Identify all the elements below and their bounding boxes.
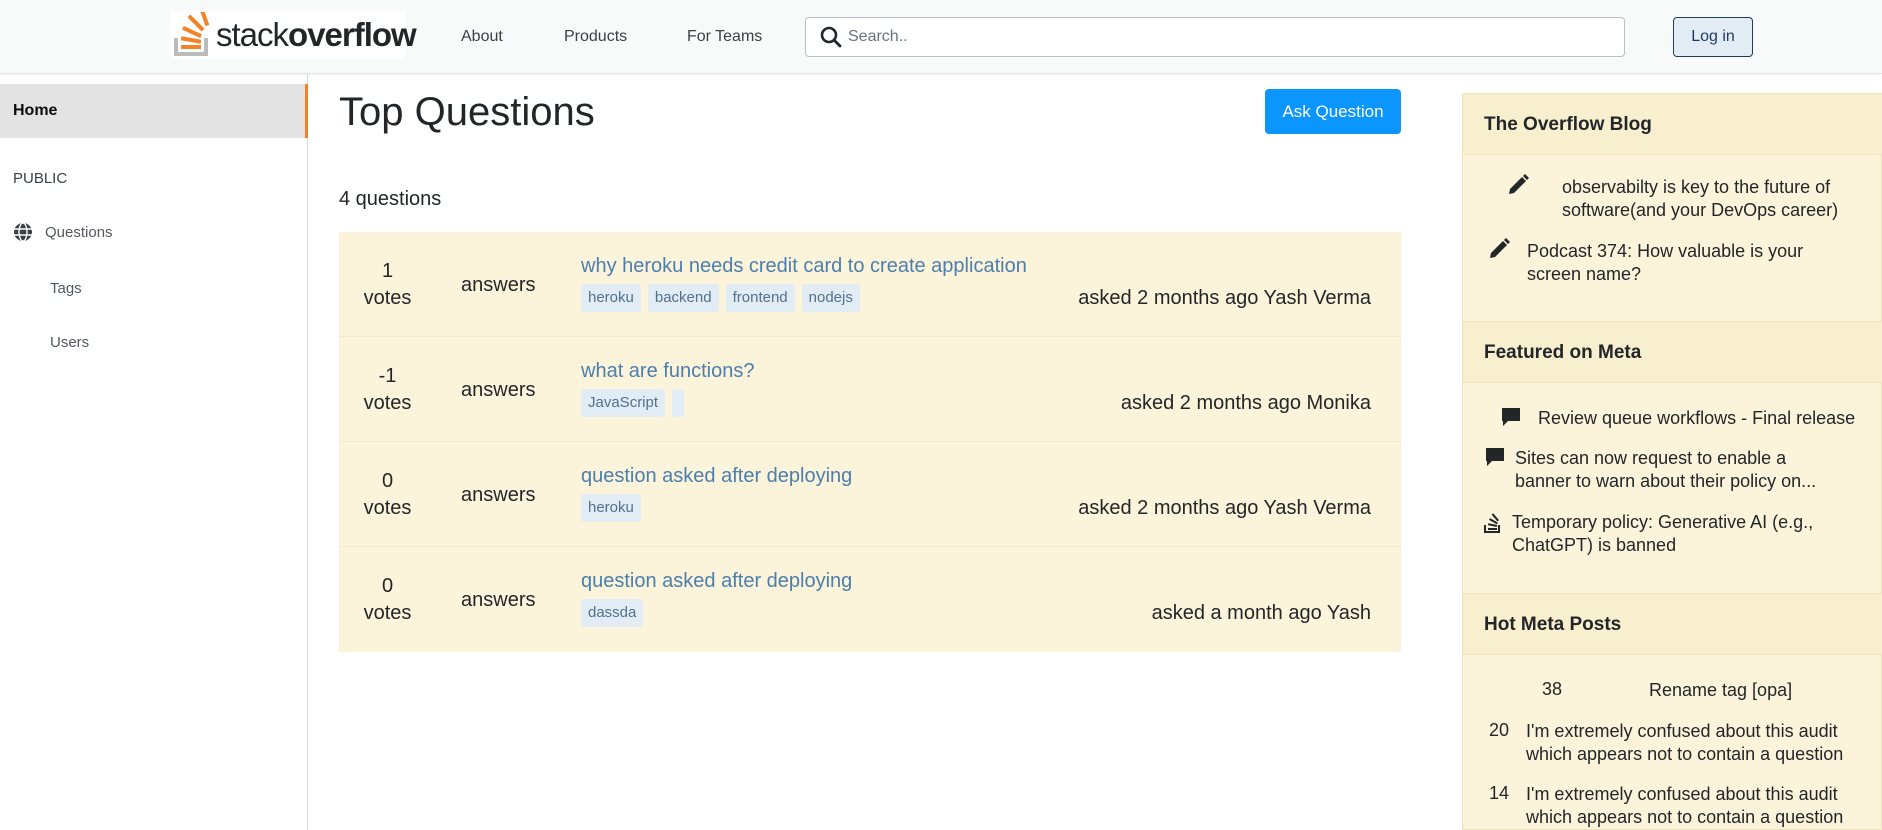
sidebar-section-public: PUBLIC: [13, 170, 68, 187]
page-title: Top Questions: [339, 90, 595, 134]
vote-label: votes: [363, 602, 412, 624]
question-title-link[interactable]: question asked after deploying: [581, 465, 852, 488]
stack-logo-icon: [1484, 513, 1500, 533]
vote-label: votes: [363, 497, 412, 519]
search-box[interactable]: [805, 17, 1625, 57]
vote-number: 1: [381, 260, 394, 282]
logo-text: stackoverflow: [216, 16, 417, 54]
pencil-icon: [1490, 238, 1510, 258]
meta-header: Featured on Meta: [1463, 321, 1882, 383]
tag-list: heroku backend frontend nodejs: [581, 284, 860, 312]
question-title-link[interactable]: question asked after deploying: [581, 570, 852, 593]
question-row: 0 votes answers question asked after depl…: [339, 547, 1401, 652]
blog-item-link[interactable]: Podcast 374: How valuable is your screen…: [1527, 240, 1847, 286]
tag-empty[interactable]: [672, 389, 685, 417]
asked-info: asked 2 months ago Monika: [1120, 392, 1371, 414]
vote-count: -1 votes: [339, 363, 436, 417]
comment-icon: [1486, 448, 1504, 466]
top-bar: stackoverflow About Products For Teams L…: [0, 0, 1882, 74]
comment-icon: [1502, 408, 1520, 426]
tag[interactable]: heroku: [581, 494, 641, 522]
vote-count: 0 votes: [339, 468, 436, 522]
hot-post-score: 14: [1488, 783, 1509, 803]
vote-number: 0: [381, 470, 394, 492]
sidebar-item-home[interactable]: Home: [0, 84, 308, 138]
tag-list: dassda: [581, 599, 644, 627]
vote-label: votes: [363, 392, 412, 414]
ask-question-button[interactable]: Ask Question: [1265, 89, 1401, 134]
tag[interactable]: nodejs: [801, 284, 860, 312]
logo-text-light: stack: [216, 16, 289, 53]
pencil-icon: [1509, 174, 1529, 194]
blog-header: The Overflow Blog: [1463, 93, 1882, 155]
meta-item-link[interactable]: Sites can now request to enable a banner…: [1515, 447, 1845, 493]
search-icon: [820, 26, 842, 48]
nav-products[interactable]: Products: [564, 28, 627, 46]
tag[interactable]: dassda: [581, 599, 644, 627]
question-count: 4 questions: [339, 188, 442, 210]
answers-label: answers: [461, 379, 536, 401]
question-row: 1 votes answers why heroku needs credit c…: [339, 232, 1401, 337]
hot-post-link[interactable]: Rename tag [opa]: [1649, 679, 1849, 702]
tag[interactable]: backend: [647, 284, 719, 312]
asked-info: asked a month ago Yash: [1151, 602, 1371, 624]
left-sidebar: Home PUBLIC Questions Tags Users: [0, 74, 308, 830]
stackoverflow-logo[interactable]: stackoverflow: [170, 5, 417, 59]
sidebar-item-tags[interactable]: Tags: [50, 280, 82, 297]
blog-item-link[interactable]: observabilty is key to the future of sof…: [1562, 176, 1862, 222]
answers-label: answers: [461, 274, 536, 296]
tag[interactable]: frontend: [725, 284, 795, 312]
vote-number: 0: [381, 575, 394, 597]
meta-item-link[interactable]: Temporary policy: Generative AI (e.g., C…: [1512, 511, 1832, 557]
question-list: 1 votes answers why heroku needs credit c…: [339, 232, 1401, 652]
login-button[interactable]: Log in: [1673, 17, 1753, 57]
hot-meta-header: Hot Meta Posts: [1463, 593, 1882, 655]
hot-post-score: 38: [1541, 679, 1562, 699]
hot-post-link[interactable]: I'm extremely confused about this audit …: [1526, 783, 1856, 829]
right-sidebar: The Overflow Blog observabilty is key to…: [1462, 93, 1882, 830]
answers-label: answers: [461, 484, 536, 506]
vote-number: -1: [378, 365, 397, 387]
search-input[interactable]: [848, 28, 1608, 46]
stack-logo-icon: [172, 5, 214, 58]
asked-info: asked 2 months ago Yash Verma: [1078, 497, 1371, 519]
question-row: -1 votes answers what are functions? Java…: [339, 337, 1401, 442]
hot-post-score: 20: [1488, 720, 1509, 740]
vote-count: 0 votes: [339, 573, 436, 627]
logo-text-bold: overflow: [288, 16, 417, 53]
asked-info: asked 2 months ago Yash Verma: [1078, 287, 1371, 309]
sidebar-item-questions[interactable]: Questions: [13, 222, 113, 242]
question-row: 0 votes answers question asked after depl…: [339, 442, 1401, 547]
tag[interactable]: heroku: [581, 284, 641, 312]
question-title-link[interactable]: what are functions?: [581, 360, 754, 383]
vote-count: 1 votes: [339, 258, 436, 312]
hot-post-link[interactable]: I'm extremely confused about this audit …: [1526, 720, 1856, 766]
nav-about[interactable]: About: [461, 28, 503, 46]
tag-list: JavaScript: [581, 389, 685, 417]
question-title-link[interactable]: why heroku needs credit card to create a…: [581, 255, 1027, 278]
answers-label: answers: [461, 589, 536, 611]
sidebar-item-label: Questions: [45, 223, 113, 241]
tag[interactable]: JavaScript: [581, 389, 666, 417]
meta-item-link[interactable]: Review queue workflows - Final release: [1538, 407, 1858, 430]
vote-label: votes: [363, 287, 412, 309]
globe-icon: [14, 222, 32, 242]
nav-for-teams[interactable]: For Teams: [687, 28, 762, 46]
sidebar-item-users[interactable]: Users: [50, 334, 89, 351]
tag-list: heroku: [581, 494, 641, 522]
